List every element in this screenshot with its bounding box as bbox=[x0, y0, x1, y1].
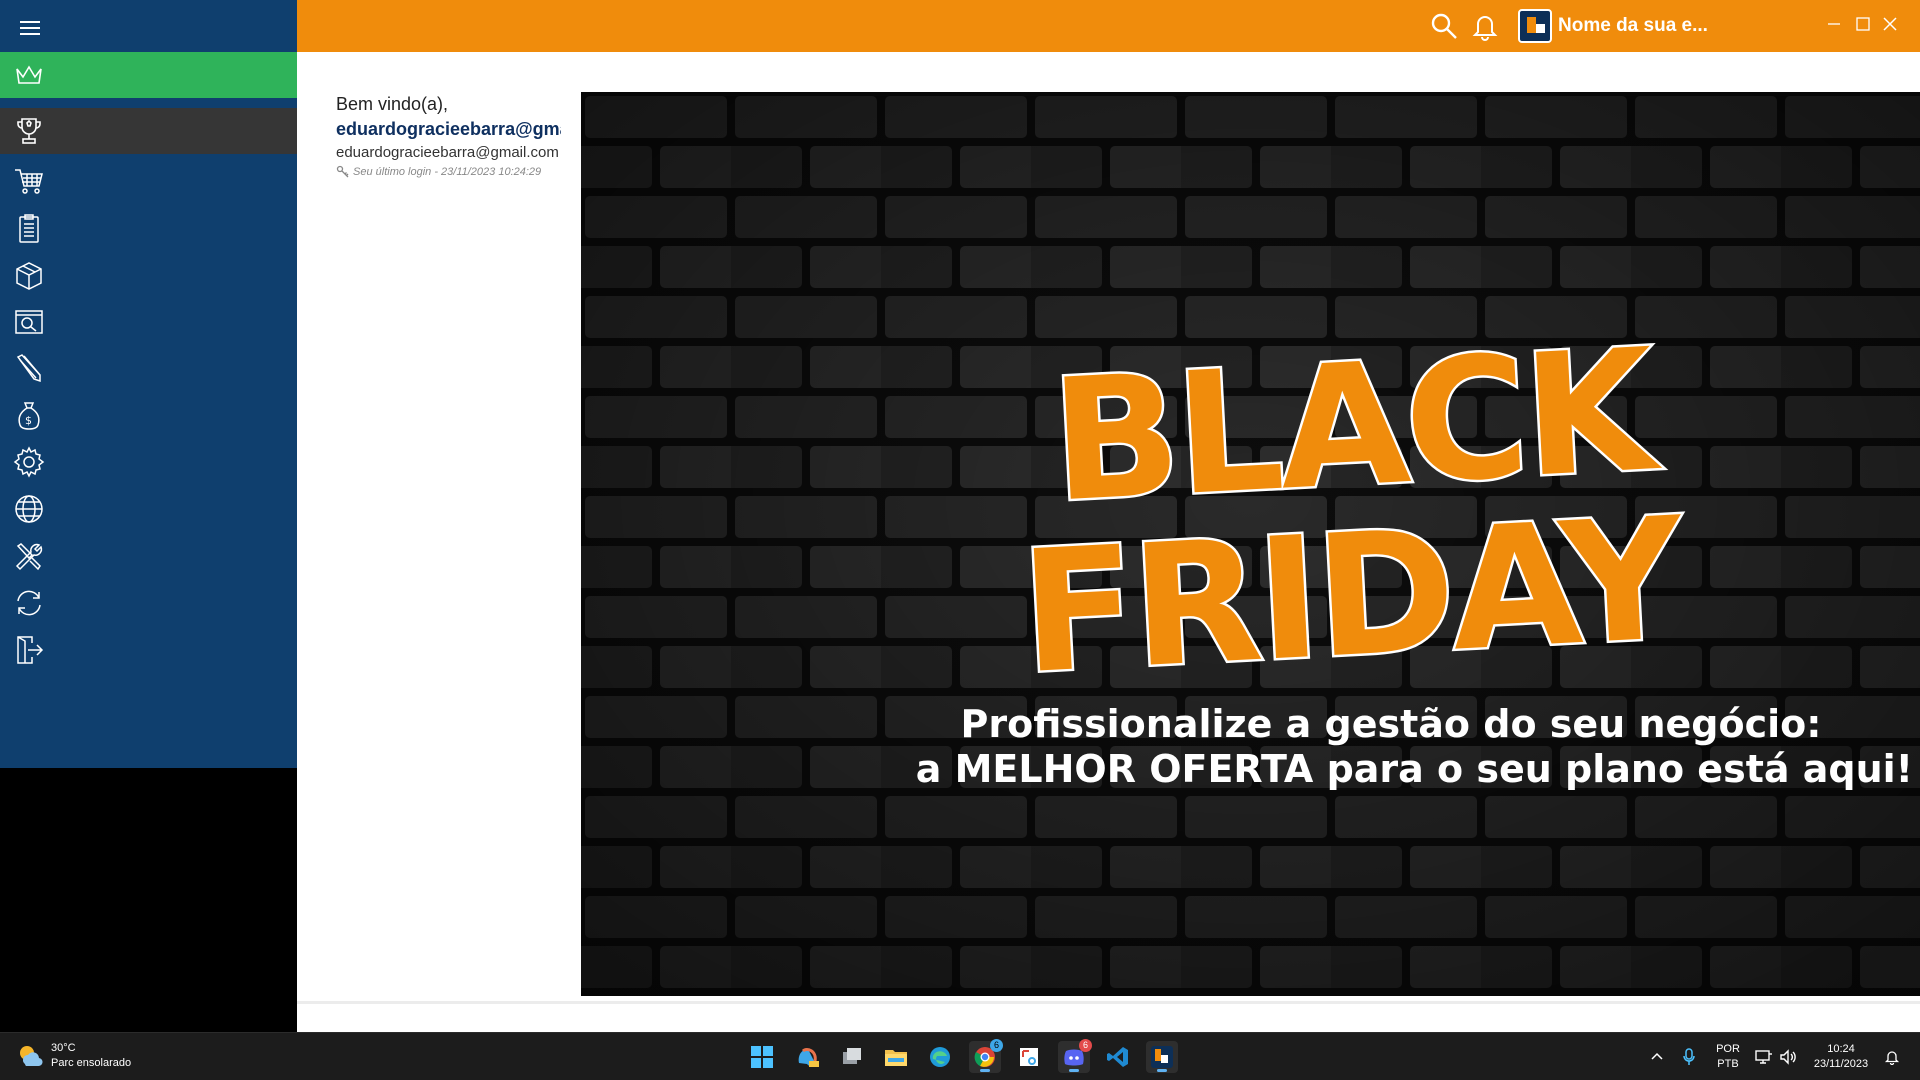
banner-subtitle-line1: Profissionalize a gestão do seu negócio: bbox=[961, 702, 1822, 746]
chevron-up-icon[interactable] bbox=[1650, 1050, 1664, 1064]
sidebar-item-web[interactable] bbox=[0, 486, 297, 532]
company-name: Nome da sua e... bbox=[1558, 15, 1708, 36]
content-divider bbox=[297, 1001, 1920, 1004]
sidebar-item-cart[interactable] bbox=[0, 158, 297, 204]
weather-desc: Parc ensolarado bbox=[51, 1057, 132, 1069]
taskbar-edge[interactable] bbox=[924, 1041, 956, 1073]
trophy-icon bbox=[17, 118, 41, 144]
banner-graphic: BLACK FRIDAY Profissionalize a gestão do… bbox=[581, 92, 1920, 996]
erp-app-icon bbox=[1151, 1046, 1173, 1068]
hamburger-menu-icon[interactable] bbox=[17, 17, 43, 39]
taskbar-vscode[interactable] bbox=[1102, 1041, 1134, 1073]
welcome-panel: Bem vindo(a), eduardogracieebarra@gmai e… bbox=[336, 94, 576, 178]
box-icon bbox=[16, 262, 42, 290]
notification-bell-icon[interactable] bbox=[1884, 1049, 1900, 1065]
language-indicator[interactable]: POR PTB bbox=[1713, 1042, 1743, 1072]
globe-icon bbox=[15, 495, 43, 523]
taskbar-discord[interactable]: 6 bbox=[1058, 1039, 1092, 1073]
app-window: $ Nome da sua e... Bem vindo(a), eduardo… bbox=[0, 0, 1920, 1032]
last-login: Seu último login - 23/11/2023 10:24:29 bbox=[336, 165, 576, 178]
svg-text:$: $ bbox=[25, 414, 32, 427]
crown-icon bbox=[16, 65, 42, 84]
task-view-icon bbox=[843, 1048, 861, 1064]
maximize-icon[interactable] bbox=[1853, 14, 1873, 34]
sidebar-item-edit[interactable] bbox=[0, 345, 297, 391]
close-icon[interactable] bbox=[1880, 14, 1900, 34]
black-friday-banner[interactable]: BLACK FRIDAY Profissionalize a gestão do… bbox=[581, 92, 1920, 996]
weather-temp: 30°C bbox=[51, 1042, 76, 1054]
subtitle-highlight: MELHOR OFERTA bbox=[955, 747, 1314, 791]
edge-icon bbox=[930, 1047, 950, 1067]
taskbar-file-explorer[interactable] bbox=[880, 1041, 912, 1073]
logout-icon bbox=[17, 636, 44, 664]
sync-icon bbox=[17, 590, 41, 616]
partly-sunny-icon bbox=[20, 1046, 43, 1067]
sidebar-item-home[interactable] bbox=[0, 52, 297, 98]
copilot-icon bbox=[798, 1047, 819, 1067]
banner-title-friday: FRIDAY bbox=[1017, 481, 1690, 711]
vscode-icon bbox=[1107, 1047, 1128, 1067]
sidebar-menu: $ bbox=[0, 0, 297, 768]
sidebar-item-orders[interactable] bbox=[0, 206, 297, 252]
windows-taskbar: 30°C Parc ensolarado 6 6 POR PTB 10:24 2… bbox=[0, 1032, 1920, 1080]
taskbar-snipping-tool[interactable] bbox=[1013, 1041, 1045, 1073]
sidebar-item-products[interactable] bbox=[0, 253, 297, 299]
gear-icon bbox=[13, 446, 45, 478]
subtitle-suffix: para o seu plano está aqui! bbox=[1313, 747, 1913, 791]
company-logo bbox=[1518, 9, 1552, 43]
sidebar-item-trophy[interactable] bbox=[0, 108, 297, 154]
windows-icon bbox=[751, 1046, 773, 1068]
snipping-icon bbox=[1020, 1048, 1038, 1066]
welcome-username: eduardogracieebarra@gmai bbox=[336, 119, 561, 139]
keyboard-layout: PTB bbox=[1717, 1058, 1739, 1070]
search-icon[interactable] bbox=[1429, 11, 1459, 41]
clipboard-icon bbox=[19, 214, 39, 243]
taskbar-task-view[interactable] bbox=[836, 1041, 868, 1073]
welcome-email: eduardogracieebarra@gmail.com bbox=[336, 144, 559, 161]
sidebar-item-logout[interactable] bbox=[0, 627, 297, 673]
microphone-icon[interactable] bbox=[1682, 1048, 1696, 1066]
weather-widget[interactable]: 30°C Parc ensolarado bbox=[16, 1041, 131, 1071]
sidebar-item-settings[interactable] bbox=[0, 439, 297, 485]
minimize-icon[interactable] bbox=[1824, 14, 1844, 34]
chrome-badge: 6 bbox=[990, 1039, 1003, 1052]
clock-date: 23/11/2023 bbox=[1813, 1058, 1869, 1070]
clock[interactable]: 10:24 23/11/2023 bbox=[1808, 1042, 1874, 1072]
taskbar-copilot[interactable] bbox=[791, 1041, 823, 1073]
sidebar-item-sync[interactable] bbox=[0, 580, 297, 626]
company-selector[interactable]: Nome da sua e... bbox=[1518, 9, 1708, 43]
language-code: POR bbox=[1716, 1043, 1740, 1055]
clock-time: 10:24 bbox=[1827, 1043, 1855, 1055]
sidebar-item-finance[interactable]: $ bbox=[0, 393, 297, 439]
screen-search-icon bbox=[15, 310, 43, 334]
sidebar-item-tools[interactable] bbox=[0, 534, 297, 580]
key-icon bbox=[336, 165, 349, 178]
start-button[interactable] bbox=[746, 1041, 778, 1073]
tools-icon bbox=[15, 543, 43, 571]
last-login-text: Seu último login - 23/11/2023 10:24:29 bbox=[353, 165, 542, 178]
money-bag-icon: $ bbox=[18, 402, 40, 430]
cart-icon bbox=[15, 169, 43, 194]
volume-icon[interactable] bbox=[1779, 1049, 1797, 1065]
network-icon[interactable] bbox=[1755, 1049, 1773, 1065]
discord-badge: 6 bbox=[1079, 1039, 1092, 1052]
top-bar: Nome da sua e... bbox=[297, 0, 1920, 52]
subtitle-prefix: a bbox=[916, 747, 955, 791]
bell-icon[interactable] bbox=[1470, 11, 1500, 41]
sidebar: $ bbox=[0, 0, 297, 1032]
taskbar-erp-app[interactable] bbox=[1146, 1041, 1178, 1073]
welcome-greeting: Bem vindo(a), bbox=[336, 94, 449, 114]
pencil-icon bbox=[16, 354, 41, 383]
sidebar-item-search[interactable] bbox=[0, 299, 297, 345]
folder-icon bbox=[885, 1050, 907, 1066]
taskbar-chrome[interactable]: 6 bbox=[969, 1039, 1003, 1073]
banner-subtitle-line2: a MELHOR OFERTA para o seu plano está aq… bbox=[916, 747, 1913, 791]
